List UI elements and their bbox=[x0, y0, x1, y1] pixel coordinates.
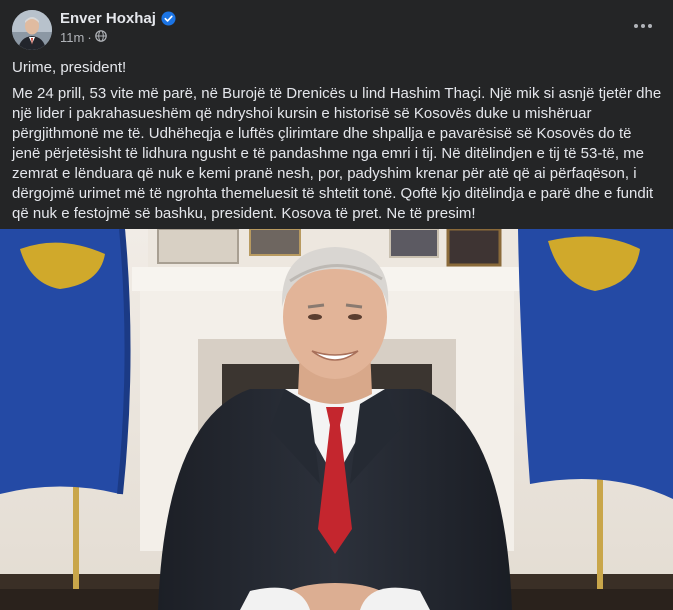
post-body-text: Me 24 prill, 53 vite më parë, në Burojë … bbox=[12, 85, 662, 222]
post-header: Enver Hoxhaj 11m · bbox=[12, 8, 661, 52]
globe-icon[interactable] bbox=[94, 30, 107, 45]
dot bbox=[648, 24, 652, 28]
author-name[interactable]: Enver Hoxhaj bbox=[60, 10, 156, 27]
dot bbox=[641, 24, 645, 28]
post-time[interactable]: 11m bbox=[60, 30, 84, 45]
more-options-button[interactable] bbox=[629, 14, 657, 38]
facebook-post: Enver Hoxhaj 11m · Urime, president! Me … bbox=[0, 0, 673, 610]
meta-separator: · bbox=[87, 30, 92, 45]
verified-badge-icon bbox=[161, 11, 176, 26]
photo-illustration bbox=[0, 229, 673, 610]
author-avatar[interactable] bbox=[12, 10, 52, 50]
author-row: Enver Hoxhaj bbox=[60, 10, 176, 27]
post-photo[interactable] bbox=[0, 229, 673, 610]
post-meta: 11m · bbox=[60, 30, 107, 45]
post-greeting: Urime, president! bbox=[12, 59, 127, 76]
dot bbox=[634, 24, 638, 28]
